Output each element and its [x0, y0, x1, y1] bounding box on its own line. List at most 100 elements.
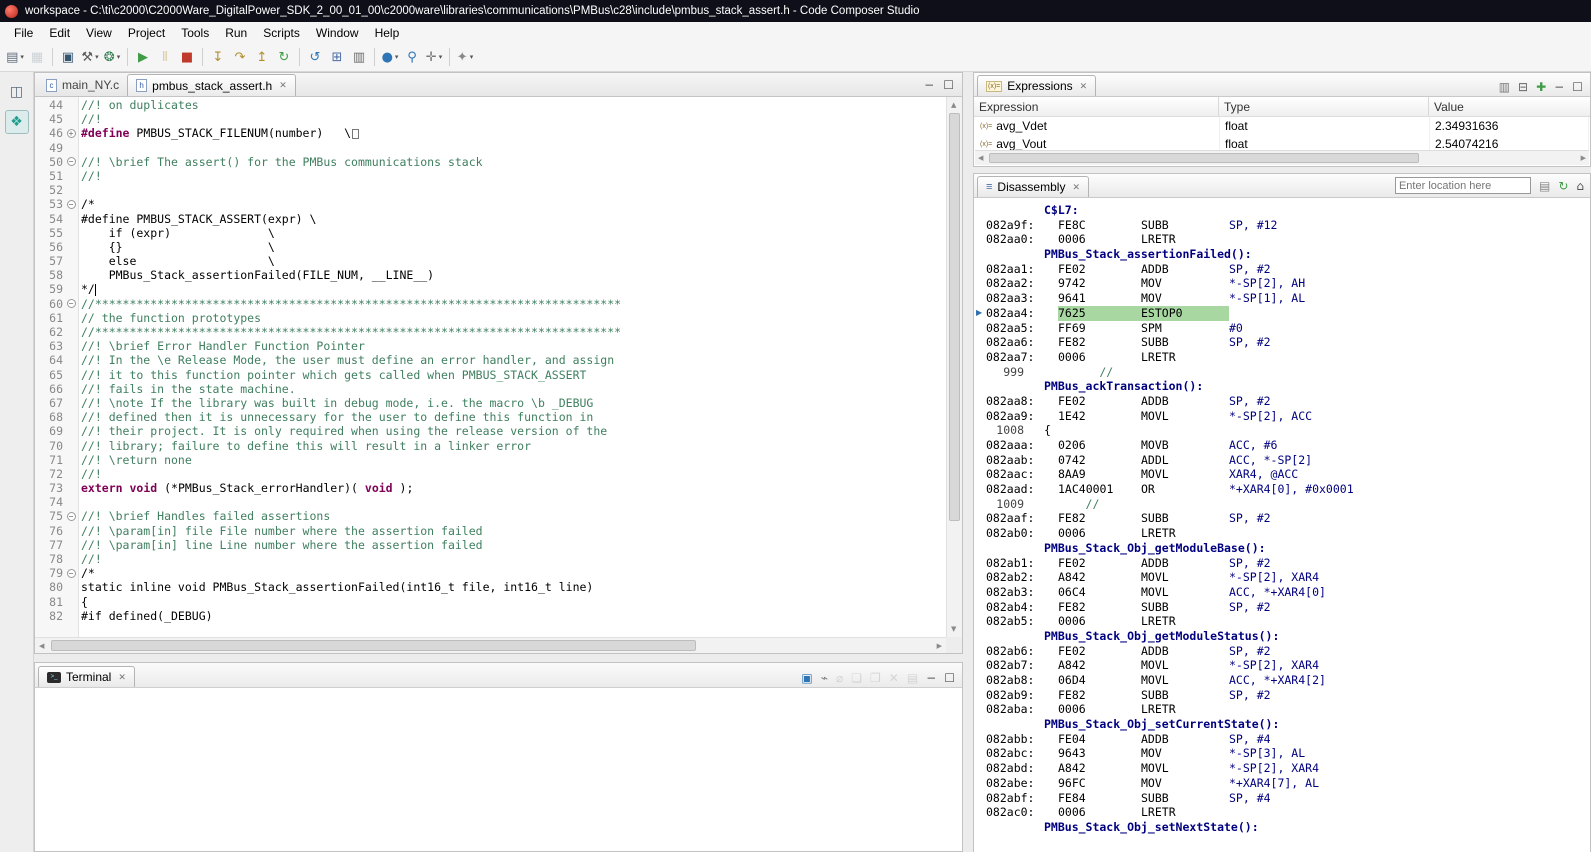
menu-file[interactable]: File	[6, 24, 41, 42]
dropdown-caret-icon[interactable]: ▾	[20, 53, 24, 61]
editor-tab-pmbus_stack_assert-h[interactable]: h pmbus_stack_assert.h ✕	[127, 74, 296, 96]
code-text[interactable]: /*	[79, 197, 95, 211]
vertical-scrollbar-thumb[interactable]	[949, 113, 960, 521]
code-text[interactable]: //! fails in the state machine.	[79, 382, 296, 396]
code-line[interactable]: 72 //!	[35, 467, 946, 481]
code-editor[interactable]: 44//! on duplicates 45//! 46 + #define PMBUS…	[35, 97, 962, 653]
pin-button[interactable]: ✦ ▾	[454, 46, 476, 68]
suspend-button[interactable]: Ⅱ	[154, 46, 176, 68]
terminate-button[interactable]: ■	[176, 46, 198, 68]
code-text[interactable]: #define PMBUS_STACK_FILENUM(number) \	[79, 126, 360, 140]
code-line[interactable]: 66 //! fails in the state machine.	[35, 382, 946, 396]
code-line[interactable]: 79−/*	[35, 566, 946, 580]
menu-view[interactable]: View	[78, 24, 120, 42]
code-line[interactable]: 69 //! their project. It is only required…	[35, 424, 946, 438]
scroll-right-icon[interactable]: ▶	[937, 642, 942, 650]
code-line[interactable]: 77 //! \param[in] line Line number where …	[35, 538, 946, 552]
code-line[interactable]: 75−//! \brief Handles failed assertions	[35, 509, 946, 523]
code-line[interactable]: 60−//***********************************…	[35, 297, 946, 311]
copy-icon[interactable]: ❏	[851, 672, 862, 684]
code-line[interactable]: 63 //! \brief Error Handler Function Poin…	[35, 339, 946, 353]
fold-collapse-icon[interactable]: −	[66, 568, 76, 578]
code-text[interactable]: //!	[79, 112, 102, 126]
fold-collapse-icon[interactable]: −	[66, 157, 76, 167]
code-text[interactable]: //! defined then it is unnecessary for t…	[79, 410, 593, 424]
code-line[interactable]: 59 */	[35, 282, 946, 296]
editor-vertical-scrollbar[interactable]: ▲ ▼	[946, 97, 962, 637]
code-text[interactable]: if (expr) \	[79, 226, 275, 240]
code-line[interactable]: 82 #if defined(_DEBUG)	[35, 609, 946, 623]
save-button[interactable]: ▦	[26, 46, 48, 68]
column-header-expression[interactable]: Expression	[974, 97, 1219, 116]
code-text[interactable]: #define PMBUS_STACK_ASSERT(expr) \	[79, 212, 316, 226]
location-input[interactable]	[1394, 177, 1531, 194]
show-type-names-icon[interactable]: ▥	[1499, 81, 1510, 93]
code-text[interactable]: //! it to this function pointer which ge…	[79, 368, 586, 382]
open-element-button[interactable]: ✛ ▾	[423, 46, 445, 68]
code-text[interactable]: //! \param[in] line Line number where th…	[79, 538, 483, 552]
code-line[interactable]: 80 static inline void PMBus_Stack_asserti…	[35, 580, 946, 594]
memory-button[interactable]: ⊞	[326, 46, 348, 68]
scroll-left-icon[interactable]: ◀	[39, 642, 44, 650]
code-line[interactable]: 58 PMBus_Stack_assertionFailed(FILE_NUM,…	[35, 268, 946, 282]
restart-button[interactable]: ↻	[273, 46, 295, 68]
minimize-icon[interactable]: −	[926, 672, 936, 684]
column-header-value[interactable]: Value	[1429, 97, 1590, 116]
code-text[interactable]: //! library; failure to define this will…	[79, 439, 531, 453]
code-line[interactable]: 49	[35, 141, 946, 155]
code-line[interactable]: 62 //************************************…	[35, 325, 946, 339]
editor-horizontal-scrollbar[interactable]: ◀ ▶	[35, 637, 946, 653]
code-text[interactable]: //! on duplicates	[79, 98, 199, 112]
restore-views-icon[interactable]: ◫	[5, 80, 29, 104]
code-text[interactable]: /*	[79, 566, 95, 580]
target-config-button[interactable]: ▣	[57, 46, 79, 68]
code-text[interactable]: extern void (*PMBus_Stack_errorHandler)(…	[79, 481, 413, 495]
maximize-icon[interactable]: ☐	[1572, 81, 1583, 93]
code-line[interactable]: 45 //!	[35, 112, 946, 126]
menu-window[interactable]: Window	[308, 24, 367, 42]
open-terminal-icon[interactable]: ▣	[801, 672, 812, 684]
code-text[interactable]: //!	[79, 169, 102, 183]
code-text[interactable]: PMBus_Stack_assertionFailed(FILE_NUM, __…	[79, 268, 434, 282]
step-over-button[interactable]: ↷	[229, 46, 251, 68]
add-expression-icon[interactable]: ✚	[1536, 81, 1546, 93]
code-text[interactable]: //! \brief The assert() for the PMBus co…	[79, 155, 483, 169]
build-button[interactable]: ⚒ ▾	[79, 46, 101, 68]
search-button[interactable]: ⚲	[401, 46, 423, 68]
code-text[interactable]: else \	[79, 254, 275, 268]
code-text[interactable]: //! their project. It is only required w…	[79, 424, 607, 438]
expressions-horizontal-scrollbar[interactable]: ◀ ▶	[975, 150, 1589, 165]
tab-disassembly[interactable]: ≡ Disassembly ✕	[977, 176, 1089, 197]
code-line[interactable]: 81 {	[35, 595, 946, 609]
code-text[interactable]: */	[79, 282, 96, 296]
code-text[interactable]: //! In the \e Release Mode, the user mus…	[79, 353, 614, 367]
terminal-content[interactable]	[35, 688, 962, 851]
code-line[interactable]: 78 //!	[35, 552, 946, 566]
code-text[interactable]: // the function prototypes	[79, 311, 261, 325]
editor-tab-main_NY-c[interactable]: c main_NY.c	[38, 74, 127, 96]
code-text[interactable]: //!	[79, 467, 102, 481]
code-line[interactable]: 46 + #define PMBUS_STACK_FILENUM(number) \	[35, 126, 946, 140]
code-line[interactable]: 50−//! \brief The assert() for the PMBus…	[35, 155, 946, 169]
code-line[interactable]: 44 //! on duplicates	[35, 98, 946, 112]
step-into-button[interactable]: ↧	[207, 46, 229, 68]
close-disassembly-icon[interactable]: ✕	[1072, 182, 1080, 193]
disconnect-icon[interactable]: ⌀	[836, 672, 843, 684]
code-line[interactable]: 54 #define PMBUS_STACK_ASSERT(expr) \	[35, 212, 946, 226]
code-text[interactable]: static inline void PMBus_Stack_assertion…	[79, 580, 593, 594]
fold-expand-icon[interactable]: +	[66, 128, 76, 138]
code-text[interactable]: //**************************************…	[79, 325, 621, 339]
menu-edit[interactable]: Edit	[41, 24, 78, 42]
code-line[interactable]: 65 //! it to this function pointer which …	[35, 368, 946, 382]
clear-terminal-icon[interactable]: ✕	[889, 672, 899, 684]
dropdown-caret-icon[interactable]: ▾	[395, 53, 399, 61]
code-line[interactable]: 52	[35, 183, 946, 197]
scroll-right-icon[interactable]: ▶	[1581, 154, 1586, 162]
menu-run[interactable]: Run	[217, 24, 255, 42]
code-line[interactable]: 71 //! \return none	[35, 453, 946, 467]
code-line[interactable]: 61 // the function prototypes	[35, 311, 946, 325]
code-line[interactable]: 67 //! \note If the library was built in …	[35, 396, 946, 410]
code-text[interactable]: {	[79, 595, 88, 609]
menu-help[interactable]: Help	[367, 24, 408, 42]
code-line[interactable]: 56 {} \	[35, 240, 946, 254]
